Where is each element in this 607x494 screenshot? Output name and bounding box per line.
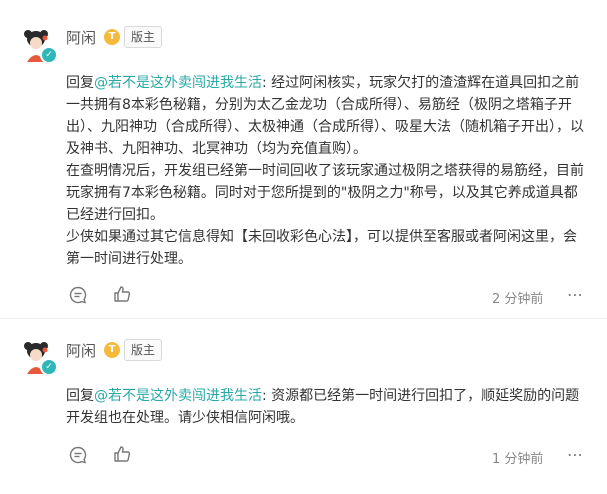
timestamp: 1 分钟前 <box>492 452 544 467</box>
post-2: ✓ 阿闲 T 版主 回复@若不是这外卖闯进我生活: 资源都已经第一时间进行回扣了… <box>0 320 607 494</box>
reply-prefix: 回复 <box>66 75 94 91</box>
verified-icon: ✓ <box>40 358 58 376</box>
post-1: ✓ 阿闲 T 版主 回复@若不是这外卖闯进我生活: 经过阿闲核实，玩家欠打的渣渣… <box>0 0 607 316</box>
role-badge: 版主 <box>124 339 163 361</box>
more-icon[interactable]: ⋯ <box>567 445 584 464</box>
level-badge: T <box>104 342 120 358</box>
paragraph: 在查明情况后，开发组已经第一时间回收了该玩家通过极阴之塔获得的易筋经，目前玩家拥… <box>66 163 584 223</box>
post-content: 回复@若不是这外卖闯进我生活: 经过阿闲核实，玩家欠打的渣渣辉在道具回扣之前一共… <box>66 72 586 270</box>
reply-prefix: 回复 <box>66 388 94 404</box>
level-badge: T <box>104 29 120 45</box>
comment-icon[interactable] <box>69 286 87 304</box>
paragraph: 回复@若不是这外卖闯进我生活: 资源都已经第一时间进行回扣了，顺延奖励的问题开发… <box>66 385 586 429</box>
verified-icon: ✓ <box>40 46 58 64</box>
like-icon[interactable] <box>113 445 131 463</box>
username[interactable]: 阿闲 <box>66 340 96 361</box>
paragraph: 回复@若不是这外卖闯进我生活: 经过阿闲核实，玩家欠打的渣渣辉在道具回扣之前一共… <box>66 72 586 160</box>
timestamp: 2 分钟前 <box>492 292 544 307</box>
post-content: 回复@若不是这外卖闯进我生活: 资源都已经第一时间进行回扣了，顺延奖励的问题开发… <box>66 385 586 429</box>
mention-link[interactable]: @若不是这外卖闯进我生活 <box>94 388 262 404</box>
like-icon[interactable] <box>113 285 131 303</box>
more-icon[interactable]: ⋯ <box>567 285 584 304</box>
role-badge: 版主 <box>124 26 163 48</box>
comment-icon[interactable] <box>69 446 87 464</box>
username[interactable]: 阿闲 <box>66 27 96 48</box>
mention-link[interactable]: @若不是这外卖闯进我生活 <box>94 75 262 91</box>
divider <box>0 318 607 319</box>
paragraph: 少侠如果通过其它信息得知【未回收彩色心法】，可以提供至客服或者阿闲这里，会第一时… <box>66 229 577 267</box>
